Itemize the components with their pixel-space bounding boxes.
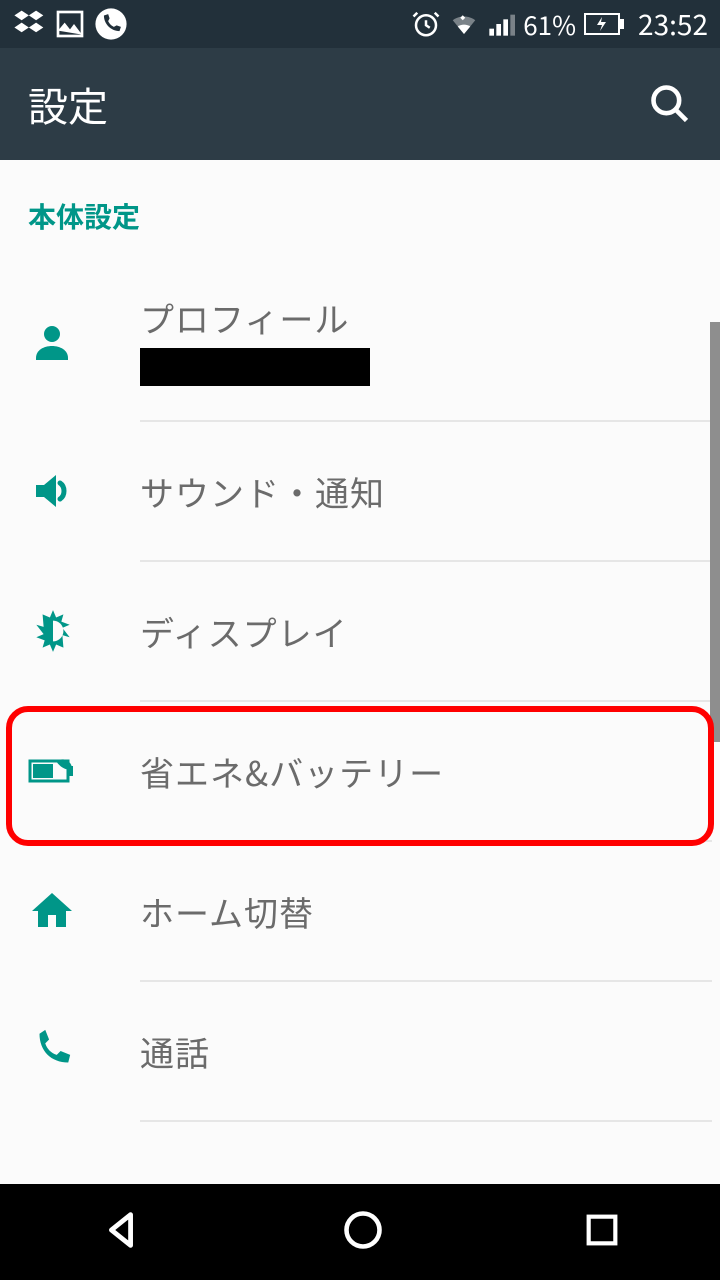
divider [140,1120,712,1122]
image-icon [54,8,86,40]
settings-item-label: プロフィール [140,293,692,342]
settings-item-label: 省エネ&バッテリー [140,747,692,796]
battery-charging-icon [584,12,624,36]
settings-item-sound[interactable]: サウンド・通知 [0,422,720,560]
settings-item-display[interactable]: ディスプレイ [0,562,720,700]
search-button[interactable] [648,82,692,126]
settings-item-label: サウンド・通知 [140,467,692,516]
brightness-icon [28,606,140,656]
app-bar: 設定 [0,48,720,160]
settings-item-profile[interactable]: プロフィール [0,264,720,420]
navigation-bar [0,1184,720,1280]
settings-item-label: 通話 [140,1027,692,1076]
signal-icon [487,10,515,38]
home-icon [28,887,140,935]
volume-icon [28,467,140,515]
status-bar: 61% 23:52 [0,0,720,48]
phone-circle-icon [94,7,128,41]
battery-percent: 61% [523,6,576,43]
status-left [12,7,128,41]
page-title: 設定 [28,75,108,133]
home-button[interactable] [341,1208,385,1257]
recent-apps-button[interactable] [582,1210,622,1255]
person-icon [28,318,140,366]
settings-item-label: ディスプレイ [140,607,692,656]
section-header-device: 本体設定 [0,160,720,264]
settings-item-home[interactable]: ホーム切替 [0,842,720,980]
battery-leaf-icon [28,753,140,789]
clock-time: 23:52 [638,4,708,44]
settings-item-call[interactable]: 通話 [0,982,720,1120]
status-right: 61% 23:52 [411,4,708,44]
phone-icon [28,1028,140,1074]
profile-value-redacted [140,348,370,386]
wifi-icon [449,9,479,39]
settings-item-battery[interactable]: 省エネ&バッテリー [0,702,720,840]
alarm-icon [411,9,441,39]
back-button[interactable] [98,1207,144,1258]
dropbox-icon [12,7,46,41]
settings-item-label: ホーム切替 [140,887,692,936]
settings-list: 本体設定 プロフィール サウンド・通知 ディスプレイ [0,160,720,1184]
